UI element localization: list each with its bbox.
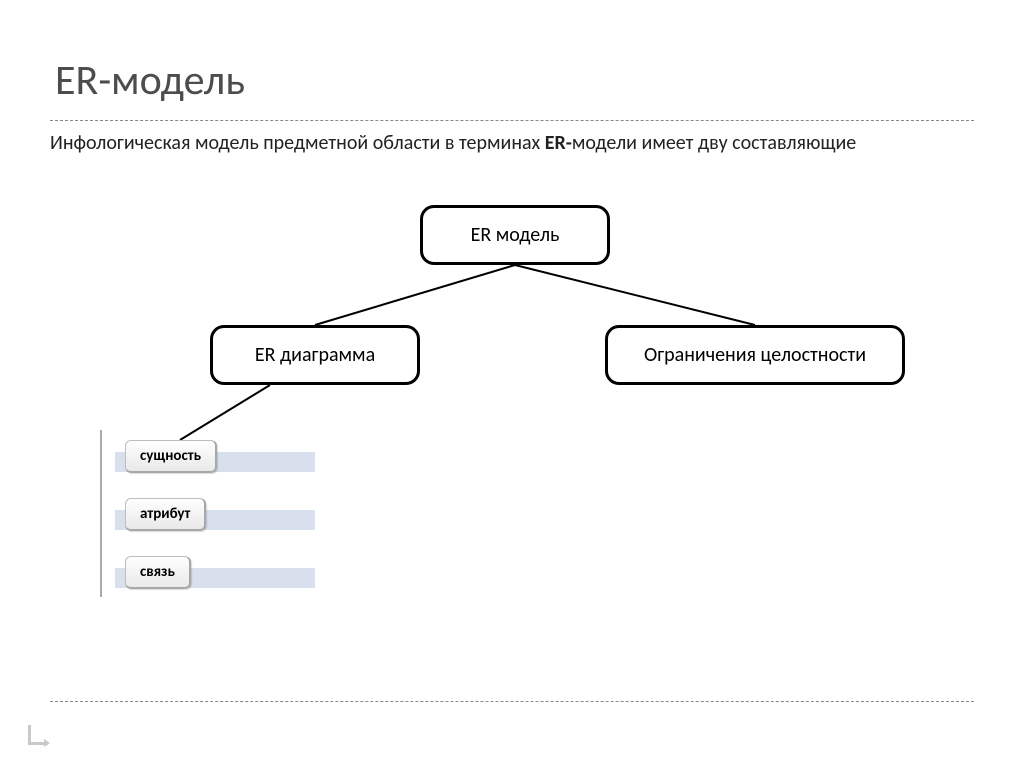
list-item-button-relation: связь (125, 556, 191, 589)
slide-subtitle: Инфологическая модель предметной области… (50, 130, 994, 157)
list-item-button-attribute: атрибут (125, 498, 206, 531)
node-root-label: ER модель (471, 223, 560, 247)
title-divider (50, 120, 974, 121)
list-item: атрибут (115, 498, 325, 534)
corner-arrow-icon (28, 725, 48, 745)
subtitle-part1: Инфологическая модель предметной области… (50, 131, 545, 155)
slide-title: ER-модель (55, 55, 245, 106)
node-integrity-constraints: Ограничения целостности (605, 325, 905, 385)
concept-list: сущность атрибут связь (115, 440, 325, 592)
list-item-button-entity: сущность (125, 440, 217, 473)
node-integrity-constraints-label: Ограничения целостности (644, 343, 866, 367)
slide: ER-модель Инфологическая модель предметн… (0, 0, 1024, 767)
node-er-diagram: ER диаграмма (210, 325, 420, 385)
list-vertical-line (100, 430, 102, 597)
footer-divider (50, 701, 974, 702)
list-item: сущность (115, 440, 325, 476)
node-root: ER модель (420, 205, 610, 265)
subtitle-part2: модели имеет дву составляющие (572, 131, 856, 155)
list-item: связь (115, 556, 325, 592)
subtitle-bold: ER- (545, 131, 572, 155)
node-er-diagram-label: ER диаграмма (255, 343, 375, 367)
